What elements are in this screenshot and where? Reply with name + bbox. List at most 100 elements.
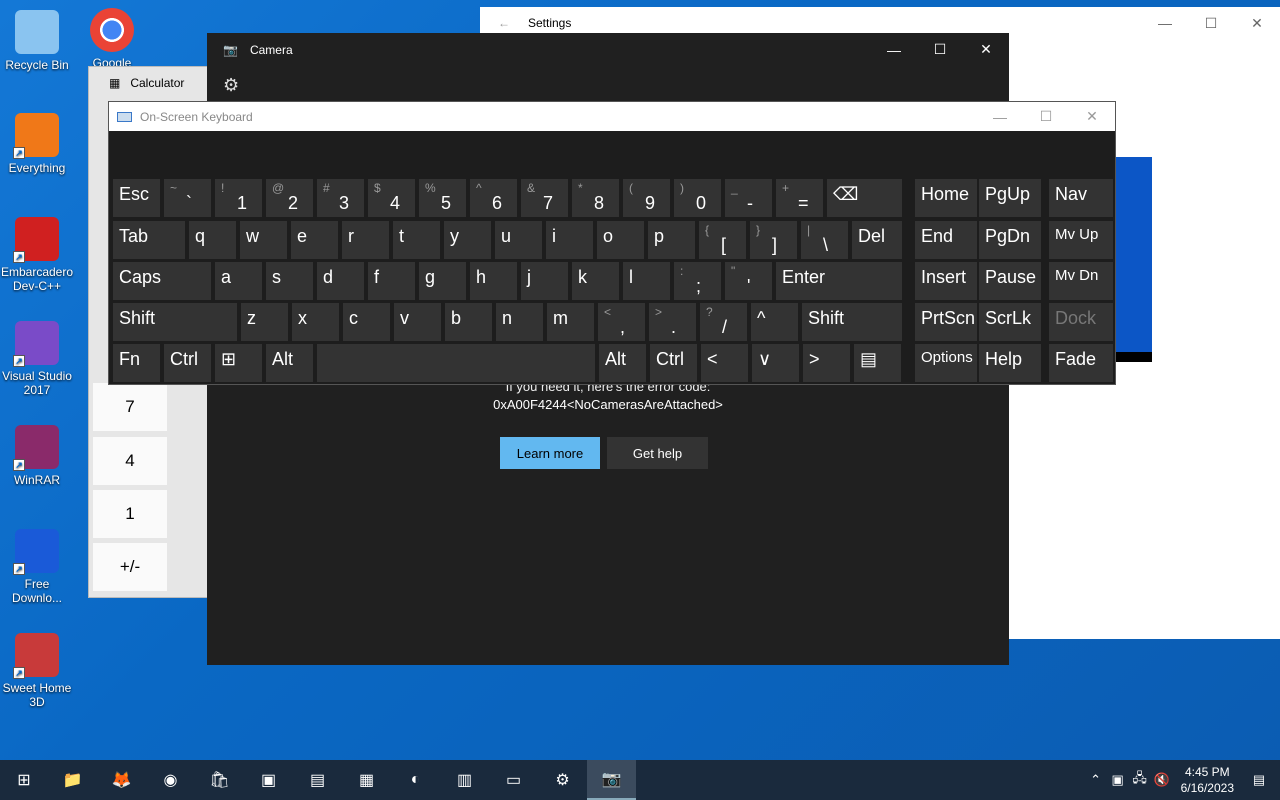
osk-key[interactable]: ∨ [752, 344, 799, 382]
osk-key[interactable]: Esc [113, 179, 160, 217]
osk-key[interactable]: Alt [599, 344, 646, 382]
remote-desktop-icon[interactable]: ▭ [489, 760, 538, 800]
osk-key[interactable]: ⊞ [215, 344, 262, 382]
osk-key[interactable]: $4 [368, 179, 415, 217]
back-arrow-icon[interactable]: ← [480, 16, 528, 30]
get-help-button[interactable]: Get help [607, 437, 708, 469]
osk-key[interactable]: Dock [1049, 303, 1113, 341]
osk-key[interactable]: q [189, 221, 236, 259]
osk-key[interactable]: PgDn [979, 221, 1041, 259]
osk-key[interactable]: d [317, 262, 364, 300]
osk-key[interactable]: g [419, 262, 466, 300]
network-icon[interactable]: 🖧 [1129, 769, 1151, 791]
osk-key[interactable]: {[ [699, 221, 746, 259]
osk-key[interactable]: ~ ` [164, 179, 211, 217]
desktop-icon-1[interactable]: ↗ Everything [0, 113, 74, 175]
close-button[interactable]: ✕ [1069, 102, 1115, 131]
osk-key[interactable]: n [496, 303, 543, 341]
minimize-button[interactable]: — [871, 33, 917, 66]
osk-key[interactable]: b [445, 303, 492, 341]
close-button[interactable]: ✕ [963, 33, 1009, 66]
osk-key[interactable]: k [572, 262, 619, 300]
osk-key[interactable]: u [495, 221, 542, 259]
osk-key[interactable]: Fade [1049, 344, 1113, 382]
osk-key[interactable]: f [368, 262, 415, 300]
osk-key[interactable]: Home [915, 179, 977, 217]
osk-key[interactable]: ! 1 [215, 179, 262, 217]
edge-icon[interactable]: ◐ [391, 760, 440, 800]
osk-key[interactable]: Shift [802, 303, 902, 341]
osk-key[interactable]: + = [776, 179, 823, 217]
osk-key[interactable]: ? / [700, 303, 747, 341]
tray-chevron-up-icon[interactable]: ⌃ [1085, 772, 1107, 788]
clock[interactable]: 4:45 PM 6/16/2023 [1181, 764, 1234, 796]
osk-key[interactable]: :; [674, 262, 721, 300]
osk-key[interactable]: ScrLk [979, 303, 1041, 341]
osk-key[interactable]: _ - [725, 179, 772, 217]
chrome-icon[interactable]: ◉ [146, 760, 195, 800]
calendar-icon[interactable]: ▥ [440, 760, 489, 800]
calc-key-4[interactable]: 4 [93, 437, 167, 485]
osk-key[interactable]: j [521, 262, 568, 300]
desktop-icon-0[interactable]: Recycle Bin [0, 10, 74, 72]
osk-key[interactable]: w [240, 221, 287, 259]
osk-key[interactable]: Help [979, 344, 1041, 382]
osk-key[interactable]: Nav [1049, 179, 1113, 217]
osk-key[interactable]: Pause [979, 262, 1041, 300]
osk-key[interactable] [317, 344, 595, 382]
settings-icon[interactable]: ⚙ [538, 760, 587, 800]
maximize-button[interactable]: ☐ [1188, 7, 1234, 39]
desktop-icon-6[interactable]: ↗ Sweet Home 3D [0, 633, 74, 709]
osk-key[interactable]: m [547, 303, 594, 341]
osk-key[interactable]: Ctrl [164, 344, 211, 382]
calc-key-7[interactable]: 7 [93, 383, 167, 431]
osk-key[interactable]: z [241, 303, 288, 341]
osk-key[interactable]: > [803, 344, 850, 382]
osk-key[interactable]: " ' [725, 262, 772, 300]
on-screen-keyboard-window[interactable]: On-Screen Keyboard — ☐ ✕ Esc ~ `! 1 @2 #3 $4% 5… [108, 101, 1116, 385]
osk-key[interactable]: Del [852, 221, 902, 259]
app-purple-icon[interactable]: ▣ [244, 760, 293, 800]
osk-key[interactable]: | \ [801, 221, 848, 259]
calc-key-negate[interactable]: +/- [93, 543, 167, 591]
close-button[interactable]: ✕ [1234, 7, 1280, 39]
desktop-icon-3[interactable]: ↗ Visual Studio 2017 [0, 321, 74, 397]
app-gray-icon[interactable]: ▤ [293, 760, 342, 800]
minimize-button[interactable]: — [977, 102, 1023, 131]
osk-key[interactable]: t [393, 221, 440, 259]
osk-key[interactable]: ) 0 [674, 179, 721, 217]
osk-key[interactable]: % 5 [419, 179, 466, 217]
store-icon[interactable]: 🛍 [195, 760, 244, 800]
osk-key[interactable]: e [291, 221, 338, 259]
osk-key[interactable]: Options [915, 344, 977, 382]
calculator-titlebar[interactable]: ▦ Calculator [89, 67, 217, 99]
osk-key[interactable]: End [915, 221, 977, 259]
gear-icon[interactable]: ⚙ [223, 75, 239, 96]
calculator-icon[interactable]: ▦ [342, 760, 391, 800]
file-explorer-icon[interactable]: 📁 [48, 760, 97, 800]
osk-key[interactable]: (9 [623, 179, 670, 217]
osk-key[interactable]: ▤ [854, 344, 901, 382]
osk-key[interactable]: ⌫ [827, 179, 902, 217]
osk-key[interactable]: c [343, 303, 390, 341]
camera-icon[interactable]: 📷 [587, 760, 636, 800]
minimize-button[interactable]: — [1142, 7, 1188, 39]
osk-key[interactable]: i [546, 221, 593, 259]
osk-key[interactable]: ^ [751, 303, 798, 341]
osk-key[interactable]: }] [750, 221, 797, 259]
desktop-icon-2[interactable]: ↗ Embarcadero Dev-C++ [0, 217, 74, 293]
osk-key[interactable]: s [266, 262, 313, 300]
firefox-icon[interactable]: 🦊 [97, 760, 146, 800]
calc-key-1[interactable]: 1 [93, 490, 167, 538]
desktop-icon-chrome[interactable]: Google [75, 8, 149, 70]
windows-start-icon[interactable]: ⊞ [0, 760, 48, 800]
osk-key[interactable]: Ctrl [650, 344, 697, 382]
osk-titlebar[interactable]: On-Screen Keyboard [109, 102, 1115, 131]
osk-key[interactable]: Mv Up [1049, 221, 1113, 259]
osk-key[interactable]: r [342, 221, 389, 259]
notifications-icon[interactable]: ▤ [1248, 772, 1270, 788]
osk-key[interactable]: Fn [113, 344, 160, 382]
osk-key[interactable]: >. [649, 303, 696, 341]
osk-key[interactable]: #3 [317, 179, 364, 217]
osk-key[interactable]: Insert [915, 262, 977, 300]
